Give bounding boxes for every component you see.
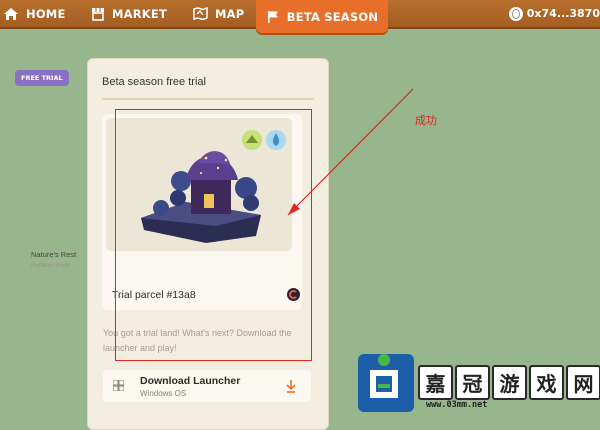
coin-icon	[508, 6, 523, 21]
watermark-char: 戏	[529, 365, 564, 400]
flag-icon	[267, 10, 278, 23]
parcel-name: Nature's Rest	[31, 250, 77, 259]
watermark-char: 嘉	[418, 365, 453, 400]
nav-beta-label: BETA SEASON	[286, 9, 379, 24]
parcel-location: Pioneer Point	[31, 262, 71, 269]
watermark-char: 冠	[455, 365, 490, 400]
parcel-image	[106, 118, 292, 251]
nav-market[interactable]: MARKET	[91, 0, 167, 27]
nav-map[interactable]: MAP	[193, 0, 244, 27]
watermark-char: 游	[492, 365, 527, 400]
download-arrow-icon	[286, 380, 296, 393]
watermark-char: 网	[566, 365, 600, 400]
download-launcher-button[interactable]: Download Launcher Windows OS	[103, 370, 311, 402]
nav-map-label: MAP	[215, 6, 245, 21]
free-trial-badge: FREE TRIAL	[15, 70, 69, 86]
download-title: Download Launcher	[140, 375, 241, 387]
wallet-address-label: 0x74...3870	[526, 7, 600, 20]
watermark-url: www.03mm.net	[426, 400, 488, 410]
download-subtitle: Windows OS	[140, 389, 187, 398]
wallet-address[interactable]: 0x74...3870	[508, 4, 600, 23]
trial-parcel-card[interactable]	[102, 114, 302, 310]
nav-market-label: MARKET	[112, 6, 168, 21]
panel-title: Beta season free trial	[102, 76, 206, 88]
parcel-illustration	[141, 130, 286, 243]
top-nav-bar: HOME MARKET MAP BETA SEASON 0x74...3870	[0, 0, 600, 33]
annotation-text: 成功	[415, 114, 437, 127]
watermark-text: 嘉 冠 游 戏 网	[418, 365, 600, 400]
nav-beta-season[interactable]: BETA SEASON	[256, 0, 388, 33]
home-icon	[4, 7, 18, 20]
windows-icon	[113, 380, 124, 391]
nav-home-label: HOME	[26, 6, 66, 21]
market-icon	[92, 7, 104, 21]
nav-home[interactable]: HOME	[3, 0, 66, 27]
trial-parcel-label: Trial parcel #13a8	[112, 289, 196, 301]
info-text: You got a trial land! What's next? Downl…	[103, 328, 292, 353]
token-icon	[287, 288, 300, 301]
map-icon	[193, 7, 208, 20]
annotation-arrow	[287, 88, 414, 216]
